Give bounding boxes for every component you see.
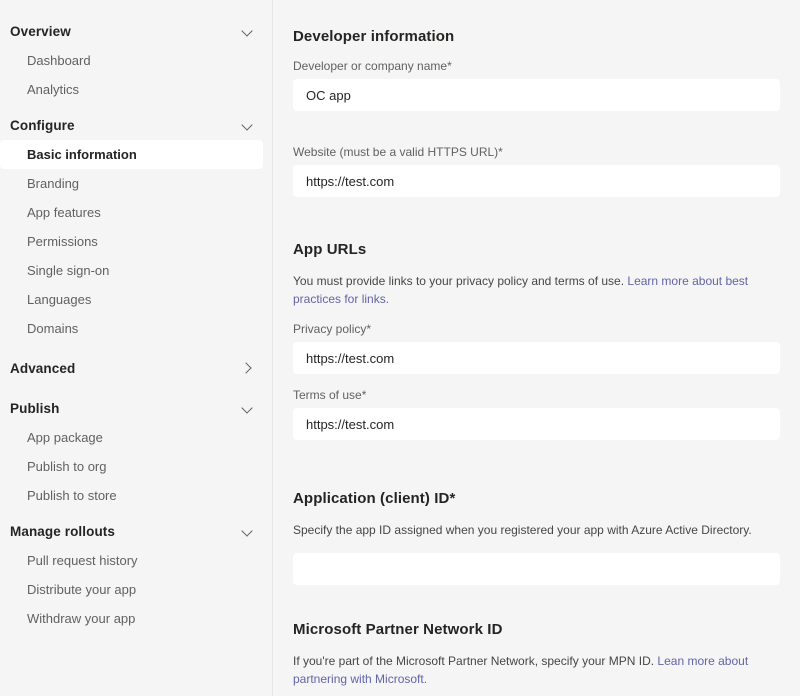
chevron-down-icon[interactable]: [242, 525, 254, 537]
mpn-id-description-text: If you're part of the Microsoft Partner …: [293, 654, 658, 668]
sidebar-item-pull-request-history[interactable]: Pull request history: [0, 546, 263, 575]
sidebar-item-branding[interactable]: Branding: [0, 169, 263, 198]
sidebar-group-publish-label: Publish: [10, 400, 60, 416]
sidebar-item-app-features[interactable]: App features: [0, 198, 263, 227]
sidebar-item-dashboard[interactable]: Dashboard: [0, 46, 263, 75]
chevron-down-icon[interactable]: [242, 402, 254, 414]
sidebar-item-domains[interactable]: Domains: [0, 314, 263, 343]
sidebar-item-app-package[interactable]: App package: [0, 423, 263, 452]
website-label: Website (must be a valid HTTPS URL)*: [293, 145, 503, 159]
app-urls-heading: App URLs: [293, 241, 367, 258]
privacy-policy-label: Privacy policy*: [293, 322, 372, 336]
developer-name-field-group: Developer or company name*: [293, 59, 780, 111]
application-client-id-input[interactable]: [293, 553, 780, 585]
developer-name-input[interactable]: [293, 79, 780, 111]
chevron-right-icon[interactable]: [242, 362, 254, 374]
developer-name-label: Developer or company name*: [293, 59, 452, 73]
terms-of-use-label: Terms of use*: [293, 388, 367, 402]
sidebar-group-publish[interactable]: Publish: [0, 393, 272, 423]
website-input[interactable]: [293, 165, 780, 197]
sidebar-navigation: Overview Dashboard Analytics Configure B…: [0, 0, 273, 696]
sidebar-item-permissions[interactable]: Permissions: [0, 227, 263, 256]
sidebar-group-configure-label: Configure: [10, 117, 75, 133]
privacy-policy-input[interactable]: [293, 342, 780, 374]
app-root: Overview Dashboard Analytics Configure B…: [0, 0, 800, 696]
sidebar-group-overview-label: Overview: [10, 23, 71, 39]
terms-of-use-field-group: Terms of use*: [293, 388, 780, 440]
chevron-down-icon[interactable]: [242, 25, 254, 37]
chevron-down-icon[interactable]: [242, 119, 254, 131]
website-field-group: Website (must be a valid HTTPS URL)*: [293, 145, 780, 197]
sidebar-item-single-sign-on[interactable]: Single sign-on: [0, 256, 263, 285]
sidebar-group-configure[interactable]: Configure: [0, 110, 272, 140]
mpn-id-heading: Microsoft Partner Network ID: [293, 621, 503, 638]
application-client-id-description: Specify the app ID assigned when you reg…: [293, 523, 752, 537]
sidebar-group-advanced[interactable]: Advanced: [0, 353, 272, 383]
application-client-id-heading: Application (client) ID*: [293, 490, 456, 507]
app-urls-description: You must provide links to your privacy p…: [293, 272, 779, 308]
sidebar-item-withdraw-your-app[interactable]: Withdraw your app: [0, 604, 263, 633]
sidebar-item-publish-to-org[interactable]: Publish to org: [0, 452, 263, 481]
main-content: Developer information Developer or compa…: [273, 0, 800, 696]
sidebar-group-manage-rollouts[interactable]: Manage rollouts: [0, 516, 272, 546]
sidebar-item-publish-to-store[interactable]: Publish to store: [0, 481, 263, 510]
sidebar-item-analytics[interactable]: Analytics: [0, 75, 263, 104]
app-urls-description-text: You must provide links to your privacy p…: [293, 274, 628, 288]
sidebar-item-basic-information[interactable]: Basic information: [0, 140, 263, 169]
privacy-policy-field-group: Privacy policy*: [293, 322, 780, 374]
mpn-id-description: If you're part of the Microsoft Partner …: [293, 652, 779, 688]
sidebar-group-manage-rollouts-label: Manage rollouts: [10, 523, 116, 539]
sidebar-group-advanced-label: Advanced: [10, 360, 76, 376]
sidebar-group-overview[interactable]: Overview: [0, 16, 272, 46]
terms-of-use-input[interactable]: [293, 408, 780, 440]
developer-information-heading: Developer information: [293, 28, 455, 45]
sidebar-item-distribute-your-app[interactable]: Distribute your app: [0, 575, 263, 604]
sidebar-item-languages[interactable]: Languages: [0, 285, 263, 314]
